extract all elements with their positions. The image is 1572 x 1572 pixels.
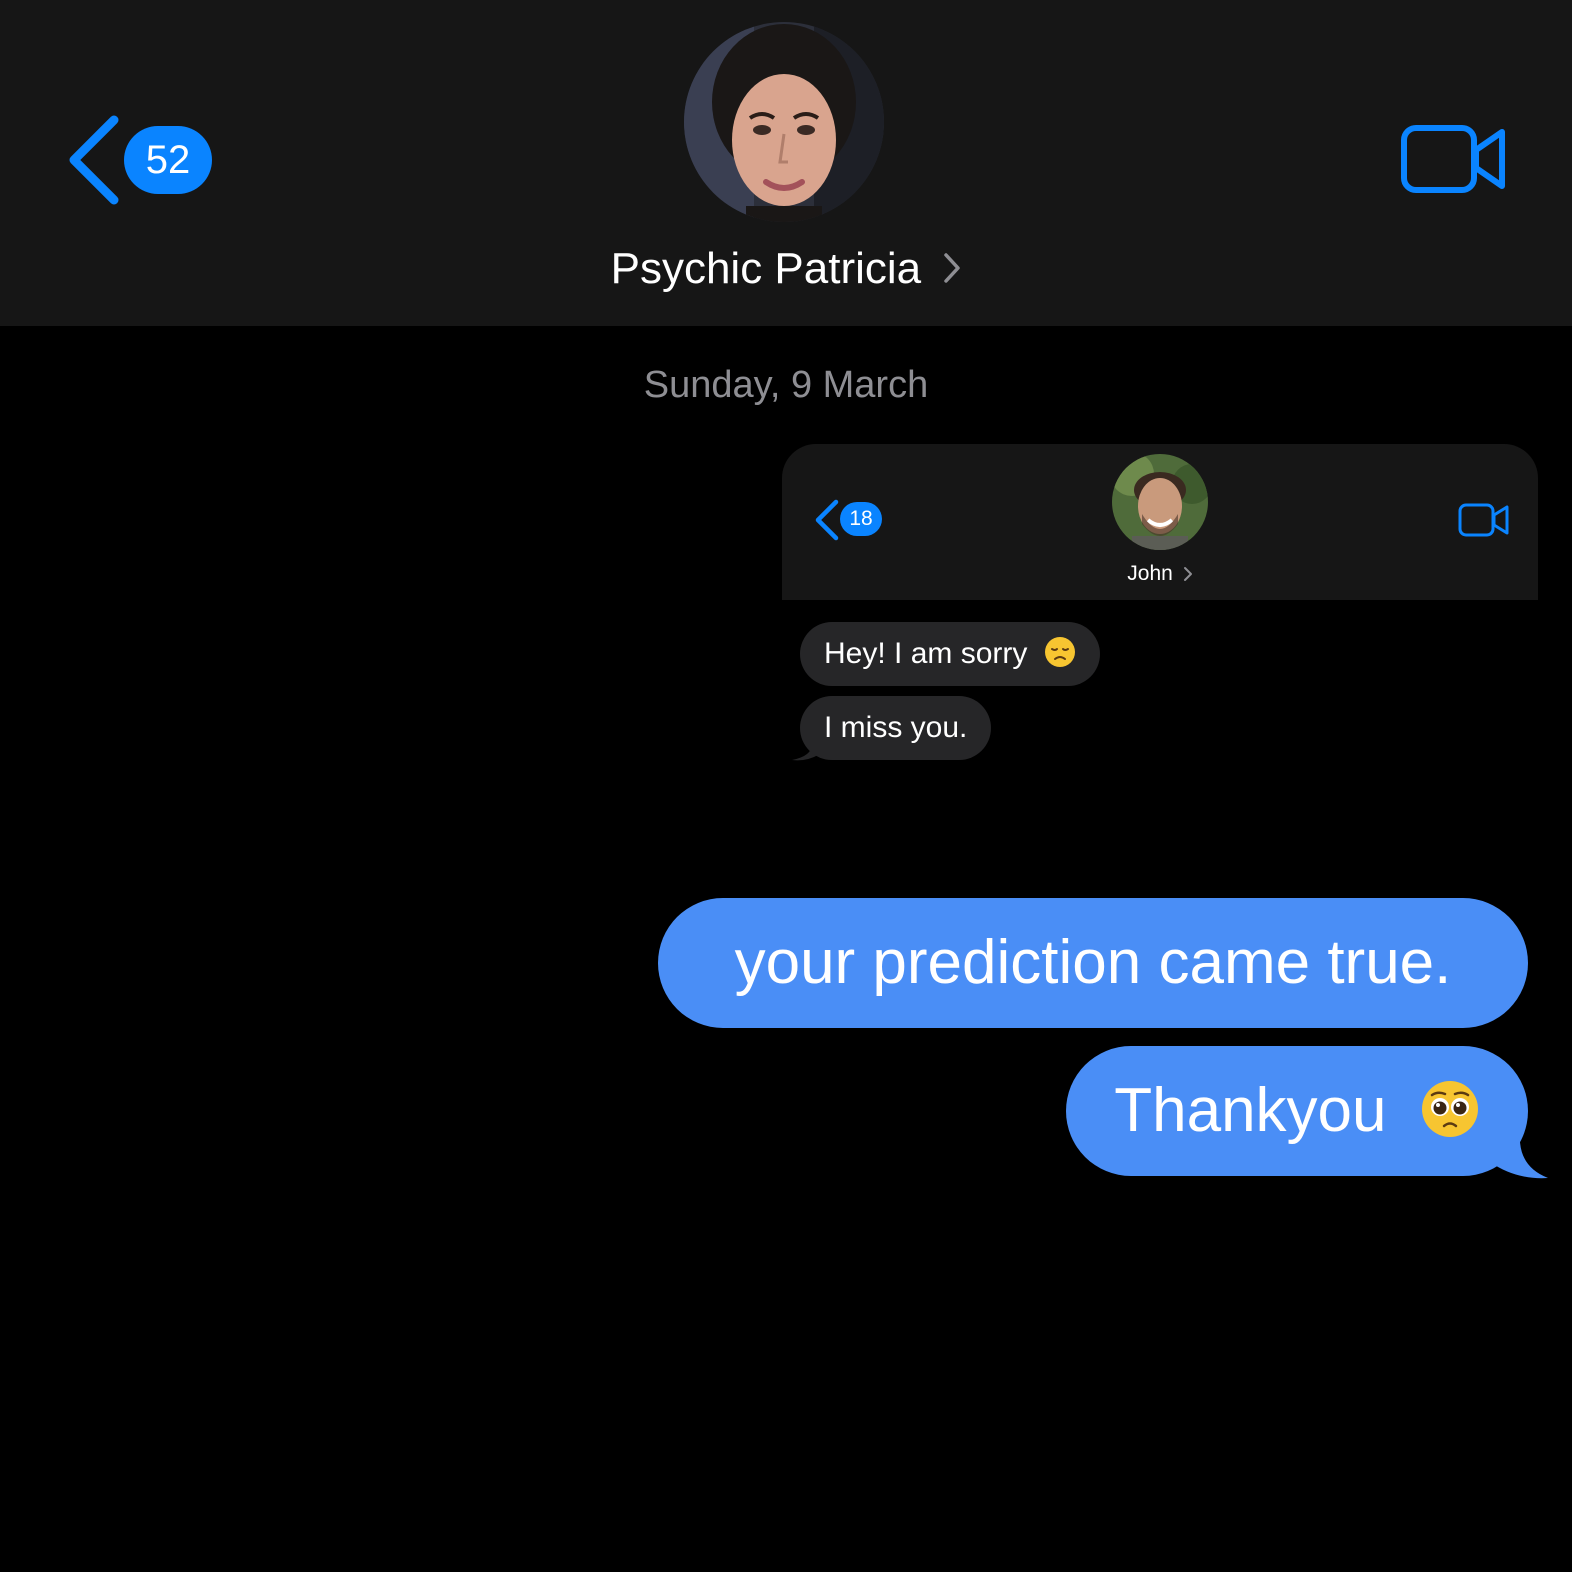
message-text: Thankyou bbox=[1114, 1076, 1387, 1145]
unread-count-badge: 52 bbox=[124, 126, 212, 194]
contact-name: Psychic Patricia bbox=[610, 244, 922, 293]
avatar[interactable] bbox=[684, 22, 884, 222]
contact-photo bbox=[684, 22, 884, 222]
chevron-left-icon bbox=[815, 499, 839, 541]
attached-screenshot[interactable]: 18 John Hey! I am sorry I miss you. bbox=[782, 444, 1538, 784]
attachment-avatar bbox=[1112, 454, 1208, 550]
video-camera-icon bbox=[1458, 503, 1509, 537]
disappointed-face-icon bbox=[1044, 637, 1075, 668]
attachment-video-button bbox=[1458, 502, 1510, 538]
attachment-header: 18 John bbox=[782, 444, 1538, 600]
video-camera-icon bbox=[1401, 125, 1505, 193]
pleading-face-icon bbox=[1421, 1080, 1478, 1137]
attachment-unread-badge: 18 bbox=[840, 502, 882, 536]
attachment-contact-name: John bbox=[1127, 562, 1173, 585]
chevron-left-icon bbox=[69, 115, 119, 205]
conversation-header: 52 Psychic Patricia bbox=[0, 0, 1572, 326]
attachment-contact-name-row: John bbox=[782, 560, 1538, 588]
attachment-back-button: 18 bbox=[812, 498, 892, 542]
message-text: I miss you. bbox=[824, 711, 968, 744]
video-call-button[interactable] bbox=[1400, 122, 1510, 198]
back-button[interactable]: 52 bbox=[62, 112, 222, 208]
contact-name-button[interactable]: Psychic Patricia bbox=[0, 240, 1572, 298]
message-text: your prediction came true. bbox=[734, 928, 1452, 997]
chevron-right-icon bbox=[944, 253, 961, 284]
outgoing-message-bubble[interactable]: your prediction came true. bbox=[658, 898, 1528, 1028]
contact-photo bbox=[1112, 454, 1208, 550]
attachment-message-bubble: I miss you. bbox=[800, 696, 992, 760]
outgoing-message-bubble[interactable]: Thankyou bbox=[1066, 1046, 1528, 1176]
chevron-right-icon bbox=[1183, 567, 1192, 582]
date-separator: Sunday, 9 March bbox=[643, 364, 929, 406]
message-text: Hey! I am sorry bbox=[824, 637, 1028, 670]
attachment-message-bubble: Hey! I am sorry bbox=[800, 622, 1100, 686]
